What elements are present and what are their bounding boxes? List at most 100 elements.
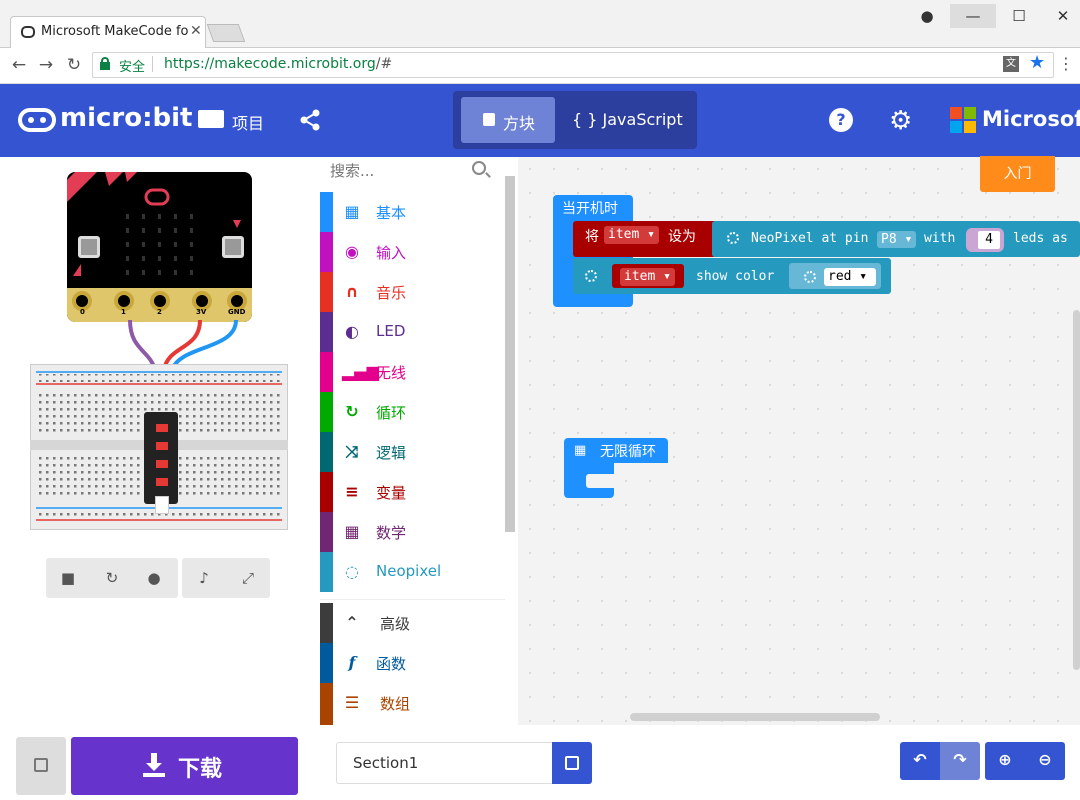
category-loops[interactable]: ↻ 循环: [320, 392, 500, 432]
show-color-label: show color: [696, 269, 775, 284]
search-icon[interactable]: [472, 161, 486, 175]
leds-count-input[interactable]: 4: [978, 231, 1000, 249]
neopixel-icon: [727, 232, 739, 244]
project-name-input[interactable]: [336, 742, 554, 784]
microbit-logo-icon[interactable]: [18, 108, 56, 132]
tab-javascript-label: { } JavaScript: [572, 110, 683, 129]
slowmo-icon[interactable]: ●: [146, 570, 162, 586]
secure-label: 安全: [119, 60, 146, 75]
toolbox-scrollbar[interactable]: [505, 162, 515, 718]
workspace-vscrollbar[interactable]: [1073, 310, 1080, 670]
category-input[interactable]: ◉ 输入: [320, 232, 500, 272]
redo-button[interactable]: ↷: [940, 742, 980, 780]
zoom-in-button[interactable]: ⊕: [985, 742, 1025, 780]
projects-button[interactable]: 项目: [232, 110, 264, 134]
browser-tab[interactable]: Microsoft MakeCode fo ✕: [10, 16, 206, 48]
on-start-label: 当开机时: [562, 201, 618, 217]
color-dropdown[interactable]: red ▾: [824, 268, 876, 286]
zoom-out-button[interactable]: ⊖: [1025, 742, 1065, 780]
pin-label: 1: [121, 308, 126, 316]
leds-as-label: leds as: [1013, 231, 1068, 246]
getting-started-button[interactable]: 入门: [980, 156, 1055, 192]
category-music[interactable]: ∩ 音乐: [320, 272, 500, 312]
tab-blocks[interactable]: 方块: [461, 97, 555, 143]
variable-dropdown[interactable]: item ▾: [604, 226, 659, 244]
translate-icon[interactable]: 文: [1003, 56, 1019, 72]
stop-icon[interactable]: ■: [60, 570, 76, 586]
url-host: makecode.microbit.org: [214, 56, 376, 72]
shuffle-icon: ⤨: [345, 442, 359, 461]
redo-icon: ↷: [953, 750, 967, 769]
button-b[interactable]: [222, 236, 244, 258]
neopixel-led: [156, 460, 168, 468]
download-icon: [143, 753, 165, 777]
search-input[interactable]: [330, 160, 480, 182]
help-icon[interactable]: ?: [829, 108, 853, 132]
folder-icon[interactable]: [198, 110, 224, 128]
new-tab-button[interactable]: [206, 24, 246, 42]
input-icon: ◉: [345, 242, 359, 261]
tab-javascript[interactable]: { } JavaScript: [560, 97, 690, 143]
pin-label: 0: [80, 308, 85, 316]
set-to-label: 设为: [668, 229, 696, 245]
loop-icon: ↻: [345, 402, 359, 421]
tab-close-icon[interactable]: ✕: [190, 23, 202, 39]
category-radio[interactable]: ▂▄▆ 无线: [320, 352, 500, 392]
url-scheme: https://: [164, 56, 215, 72]
close-window-button[interactable]: ✕: [1040, 4, 1080, 28]
workspace-hscrollbar[interactable]: [630, 713, 880, 721]
led-matrix: [124, 212, 196, 284]
toggle-icon: ◐: [345, 322, 359, 341]
set-label: 将: [585, 229, 599, 245]
logo-text[interactable]: micro:bit: [60, 103, 192, 133]
neopixel-text: NeoPixel at pin: [751, 231, 869, 246]
chevron-up-icon: ⌃: [345, 613, 359, 632]
grid-icon: ▦: [574, 443, 587, 458]
button-a[interactable]: [78, 236, 100, 258]
url-divider: [152, 56, 153, 72]
list-icon: ☰: [344, 693, 360, 712]
collapse-simulator-button[interactable]: [16, 737, 66, 795]
account-icon[interactable]: ●: [904, 4, 950, 28]
tab-blocks-label: 方块: [503, 114, 536, 133]
strip-end: [155, 496, 169, 514]
restart-icon[interactable]: ↻: [104, 570, 120, 586]
url-text: https://makecode.microbit.org/#: [164, 56, 392, 72]
gear-icon[interactable]: ⚙: [889, 106, 912, 136]
category-led[interactable]: ◐ LED: [320, 312, 500, 352]
save-button[interactable]: [552, 742, 592, 784]
category-variables[interactable]: ≡ 变量: [320, 472, 500, 512]
category-functions[interactable]: f 函数: [320, 643, 500, 683]
share-icon[interactable]: [298, 108, 322, 132]
neopixel-icon: [804, 271, 816, 283]
category-advanced[interactable]: ⌃ 高级: [320, 603, 500, 643]
back-icon[interactable]: ←: [8, 55, 30, 75]
collapse-icon: [34, 758, 48, 772]
mute-icon[interactable]: ♪: [196, 570, 212, 586]
maximize-button[interactable]: ☐: [996, 4, 1042, 28]
lines-icon: ≡: [345, 482, 359, 501]
category-basic[interactable]: ▦ 基本: [320, 192, 500, 232]
microsoft-logo-icon[interactable]: [950, 107, 976, 133]
minimize-button[interactable]: —: [950, 4, 996, 28]
undo-button[interactable]: ↶: [900, 742, 940, 780]
browser-menu-icon[interactable]: ⋮: [1058, 54, 1074, 73]
pin-label: 3V: [196, 308, 207, 316]
category-neopixel[interactable]: ◌ Neopixel: [320, 552, 500, 592]
show-variable-dropdown[interactable]: item ▾: [620, 268, 675, 286]
microsoft-text[interactable]: Microsoft: [982, 107, 1080, 131]
reload-icon[interactable]: ↻: [63, 55, 85, 75]
tab-title: Microsoft MakeCode fo: [41, 24, 189, 39]
category-math[interactable]: ▦ 数学: [320, 512, 500, 552]
url-path: /#: [375, 56, 393, 72]
category-divider: [320, 592, 505, 600]
fullscreen-icon[interactable]: ⤢: [240, 570, 256, 586]
forward-icon[interactable]: →: [35, 55, 57, 75]
category-arrays[interactable]: ☰ 数组: [320, 683, 500, 725]
download-button[interactable]: 下载: [71, 737, 298, 795]
forever-block-slot: [586, 474, 614, 488]
pin-dropdown[interactable]: P8 ▾: [877, 231, 917, 248]
category-logic[interactable]: ⤨ 逻辑: [320, 432, 500, 472]
bookmark-star-icon[interactable]: ★: [1029, 52, 1045, 73]
neopixel-icon: [585, 270, 597, 282]
